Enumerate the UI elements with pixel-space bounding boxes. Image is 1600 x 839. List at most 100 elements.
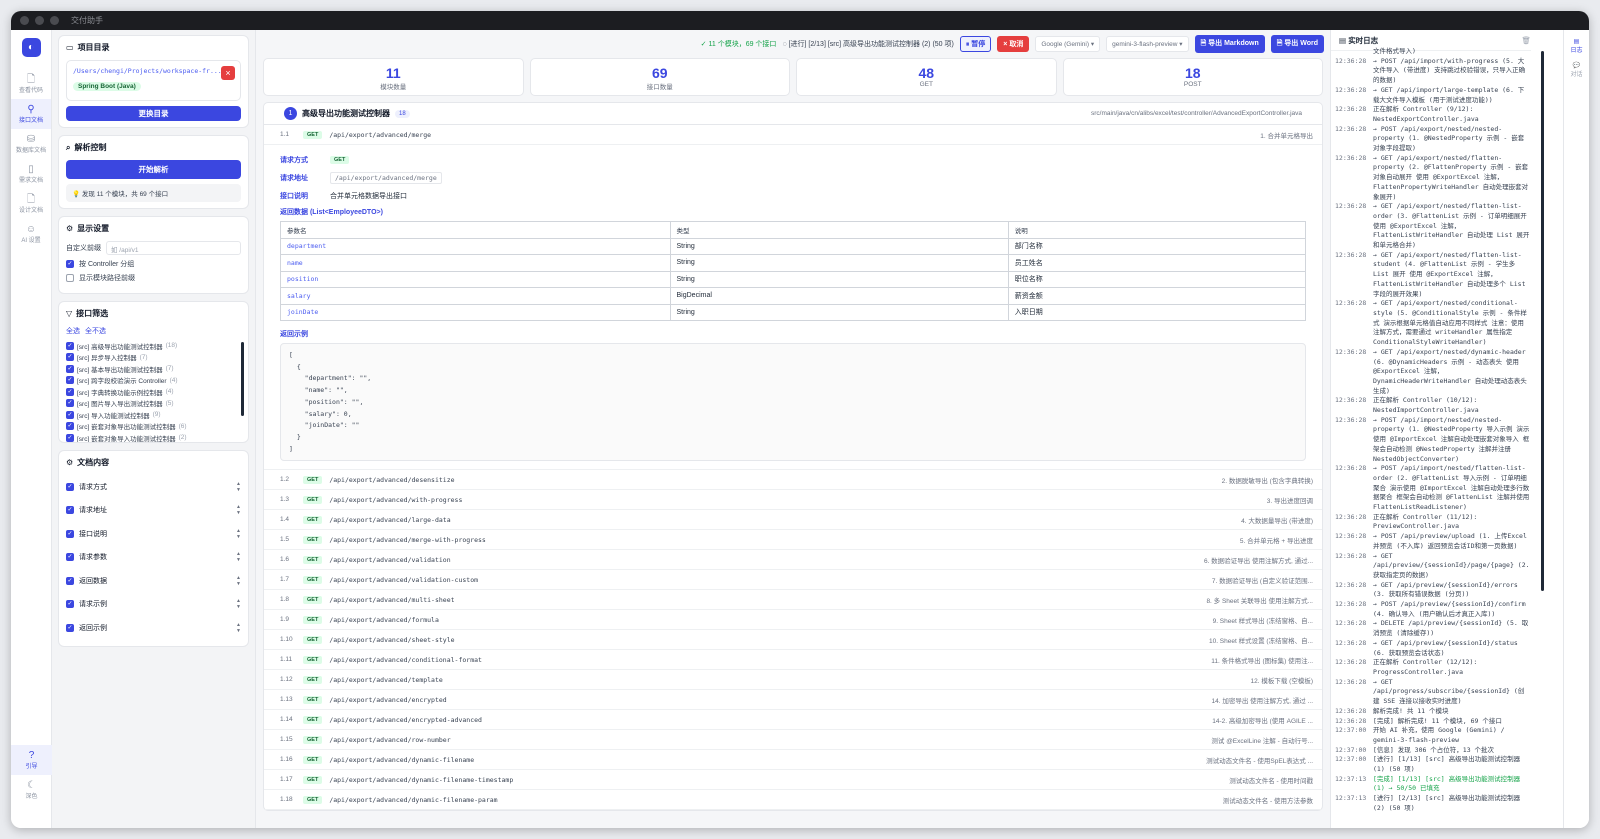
- doc-content-checkbox[interactable]: ✓: [66, 553, 74, 562]
- rail-item-file-code[interactable]: 🗋 查看代码: [11, 69, 51, 99]
- endpoint-row[interactable]: 1.4 GET/api/export/advanced/large-data 4. …: [264, 510, 1322, 530]
- pause-button[interactable]: ⏸ 暂停: [959, 36, 992, 52]
- close-window-icon[interactable]: [20, 16, 29, 25]
- filter-item[interactable]: ✓ [src] 基本导出功能测试控制器 (7): [66, 363, 241, 375]
- rail-item-moon[interactable]: ☾ 深色: [11, 775, 52, 805]
- doc-content-checkbox[interactable]: ✓: [66, 576, 74, 585]
- filter-item[interactable]: ✓ [src] 字典转换功能示例控制器 (4): [66, 386, 241, 398]
- export-markdown-button[interactable]: 🗎 导出 Markdown: [1194, 35, 1265, 53]
- controller-header[interactable]: 1 高级导出功能测试控制器 18 src/main/java/cn/alibs/…: [264, 103, 1322, 125]
- remove-project-button[interactable]: ×: [221, 66, 235, 80]
- doc-content-checkbox[interactable]: ✓: [66, 623, 74, 632]
- filter-checkbox[interactable]: ✓: [66, 376, 74, 385]
- log-line: 12:37:13 [完成] [1/13] [src] 高级导出功能测试控制器 (1…: [1335, 775, 1530, 794]
- endpoint-row[interactable]: 1.7 GET/api/export/advanced/validation-cu…: [264, 570, 1322, 590]
- reorder-arrows-icon[interactable]: ▲ ▼: [236, 528, 241, 540]
- cancel-button[interactable]: × 取消: [997, 36, 1030, 52]
- reorder-arrows-icon[interactable]: ▲ ▼: [236, 481, 241, 493]
- doc-content-item[interactable]: ✓ 请求方式 ▲ ▼: [66, 475, 241, 499]
- endpoint-row[interactable]: 1.11 GET/api/export/advanced/conditional-…: [264, 650, 1322, 670]
- filter-item[interactable]: ✓ [src] 跨字段校验演示 Controller (4): [66, 375, 241, 387]
- log-panel: ▤ 实时日志 🗑 文件格式导入) 12:36:28 → POST /api/impo…: [1330, 30, 1589, 828]
- endpoint-row[interactable]: 1.6 GET/api/export/advanced/validation 6. …: [264, 550, 1322, 570]
- filter-checkbox[interactable]: ✓: [66, 410, 74, 419]
- rail-item-database[interactable]: ⛁ 数据库文档: [11, 129, 51, 159]
- controller-name: 高级导出功能测试控制器: [302, 109, 390, 118]
- filter-item[interactable]: ✓ [src] 图片导入导出测试控制器 (5): [66, 398, 241, 410]
- doc-content-item[interactable]: ✓ 返回示例 ▲ ▼: [66, 616, 241, 640]
- filter-item[interactable]: ✓ [src] 导入功能测试控制器 (9): [66, 409, 241, 421]
- filter-item[interactable]: ✓ [src] 高级导出功能测试控制器 (18): [66, 340, 241, 352]
- endpoint-row[interactable]: 1.16 GET/api/export/advanced/dynamic-file…: [264, 750, 1322, 770]
- reorder-arrows-icon[interactable]: ▲ ▼: [236, 575, 241, 587]
- start-parse-button[interactable]: 开始解析: [66, 160, 241, 179]
- reorder-arrows-icon[interactable]: ▲ ▼: [236, 598, 241, 610]
- endpoint-row[interactable]: 1.8 GET/api/export/advanced/multi-sheet 8.…: [264, 590, 1322, 610]
- doc-content-item[interactable]: ✓ 请求参数 ▲ ▼: [66, 546, 241, 570]
- log-text: → GET /api/export/nested/dynamic-header …: [1373, 347, 1527, 395]
- show-module-prefix-checkbox[interactable]: [66, 274, 74, 282]
- log-tab[interactable]: ▤ 日志: [1564, 38, 1589, 54]
- minimize-window-icon[interactable]: [35, 16, 44, 25]
- rail-item-robot[interactable]: ☺ AI 设置: [11, 219, 51, 249]
- model-select[interactable]: gemini-3-flash-preview ▾: [1106, 36, 1189, 52]
- rail-item-plug[interactable]: ⚲ 接口文档: [11, 99, 51, 129]
- doc-content-item[interactable]: ✓ 接口说明 ▲ ▼: [66, 522, 241, 546]
- log-scrollbar[interactable]: [1541, 51, 1544, 591]
- help-icon: ?: [28, 750, 35, 761]
- filter-checkbox[interactable]: ✓: [66, 341, 74, 350]
- show-module-prefix-option[interactable]: 显示模块路径前缀: [66, 273, 241, 283]
- filter-checkbox[interactable]: ✓: [66, 399, 74, 408]
- rail-item-help[interactable]: ? 引导: [11, 745, 52, 775]
- doc-content-item[interactable]: ✓ 请求示例 ▲ ▼: [66, 593, 241, 617]
- filter-checkbox[interactable]: ✓: [66, 433, 74, 442]
- endpoint-row[interactable]: 1.2 GET/api/export/advanced/desensitize 2.…: [264, 470, 1322, 490]
- maximize-window-icon[interactable]: [50, 16, 59, 25]
- reorder-arrows-icon[interactable]: ▲ ▼: [236, 551, 241, 563]
- endpoint-row[interactable]: 1.3 GET/api/export/advanced/with-progress…: [264, 490, 1322, 510]
- endpoint-row[interactable]: 1.5 GET/api/export/advanced/merge-with-pr…: [264, 530, 1322, 550]
- select-none-link[interactable]: 全不选: [85, 326, 106, 336]
- gear-icon: ⚙: [66, 224, 74, 233]
- endpoint-row[interactable]: 1.17 GET/api/export/advanced/dynamic-file…: [264, 770, 1322, 790]
- filter-item[interactable]: ✓ [src] 异步导入控制器 (7): [66, 352, 241, 364]
- doc-content-checkbox[interactable]: ✓: [66, 529, 74, 538]
- doc-content-checkbox[interactable]: ✓: [66, 506, 74, 515]
- filter-scrollbar[interactable]: [241, 342, 244, 416]
- chat-tab[interactable]: 💬 对话: [1564, 62, 1589, 78]
- doc-content-item[interactable]: ✓ 返回数据 ▲ ▼: [66, 569, 241, 593]
- endpoint-row[interactable]: 1.18 GET/api/export/advanced/dynamic-file…: [264, 790, 1322, 810]
- export-word-button[interactable]: 🗎 导出 Word: [1270, 35, 1324, 53]
- doc-content-card: ⚙ 文档内容 ✓ 请求方式 ▲ ▼ ✓ 请求地址 ▲ ▼ ✓ 接口说明 ▲ ▼ ✓ 请求参数 ▲ ▼ ✓ 返回数据 ▲…: [58, 450, 249, 647]
- group-by-controller-option[interactable]: ✓ 按 Controller 分组: [66, 259, 241, 269]
- filter-item[interactable]: ✓ [src] 嵌套对象导入功能测试控制器 (2): [66, 432, 241, 442]
- reorder-arrows-icon[interactable]: ▲ ▼: [236, 622, 241, 634]
- doc-content-item[interactable]: ✓ 请求地址 ▲ ▼: [66, 499, 241, 523]
- reorder-arrows-icon[interactable]: ▲ ▼: [236, 504, 241, 516]
- endpoint-row[interactable]: 1.13 GET/api/export/advanced/encrypted 14.…: [264, 690, 1322, 710]
- endpoint-row[interactable]: 1.1 GET /api/export/advanced/merge 1. 合并…: [264, 125, 1322, 145]
- doc-content-checkbox[interactable]: ✓: [66, 600, 74, 609]
- endpoint-row[interactable]: 1.9 GET/api/export/advanced/formula 9. She…: [264, 610, 1322, 630]
- endpoint-row[interactable]: 1.14 GET/api/export/advanced/encrypted-ad…: [264, 710, 1322, 730]
- group-by-controller-checkbox[interactable]: ✓: [66, 260, 74, 268]
- endpoint-row[interactable]: 1.15 GET/api/export/advanced/row-number 测试…: [264, 730, 1322, 750]
- endpoint-row[interactable]: 1.12 GET/api/export/advanced/template 12. …: [264, 670, 1322, 690]
- change-directory-button[interactable]: 更换目录: [66, 106, 241, 121]
- select-all-link[interactable]: 全选: [66, 326, 80, 336]
- endpoint-url: /api/export/advanced/validation-custom: [329, 575, 479, 584]
- endpoint-row[interactable]: 1.10 GET/api/export/advanced/sheet-style 1…: [264, 630, 1322, 650]
- log-line: 文件格式导入): [1335, 47, 1530, 57]
- filter-item[interactable]: ✓ [src] 嵌套对象导出功能测试控制器 (6): [66, 421, 241, 433]
- prefix-input[interactable]: 如 /api/v1: [106, 241, 241, 255]
- filter-checkbox[interactable]: ✓: [66, 364, 74, 373]
- log-text: 正在解析 Controller (11/12): PreviewControll…: [1373, 512, 1478, 531]
- filter-checkbox[interactable]: ✓: [66, 422, 74, 431]
- log-text: → GET /api/export/nested/flatten-list-or…: [1373, 202, 1530, 250]
- filter-checkbox[interactable]: ✓: [66, 353, 74, 362]
- provider-select[interactable]: Google (Gemini) ▾: [1035, 36, 1101, 52]
- rail-item-design-doc[interactable]: 🗋 设计文档: [11, 189, 51, 219]
- doc-content-checkbox[interactable]: ✓: [66, 482, 74, 491]
- filter-checkbox[interactable]: ✓: [66, 387, 74, 396]
- rail-item-book[interactable]: ▯ 需求文档: [11, 159, 51, 189]
